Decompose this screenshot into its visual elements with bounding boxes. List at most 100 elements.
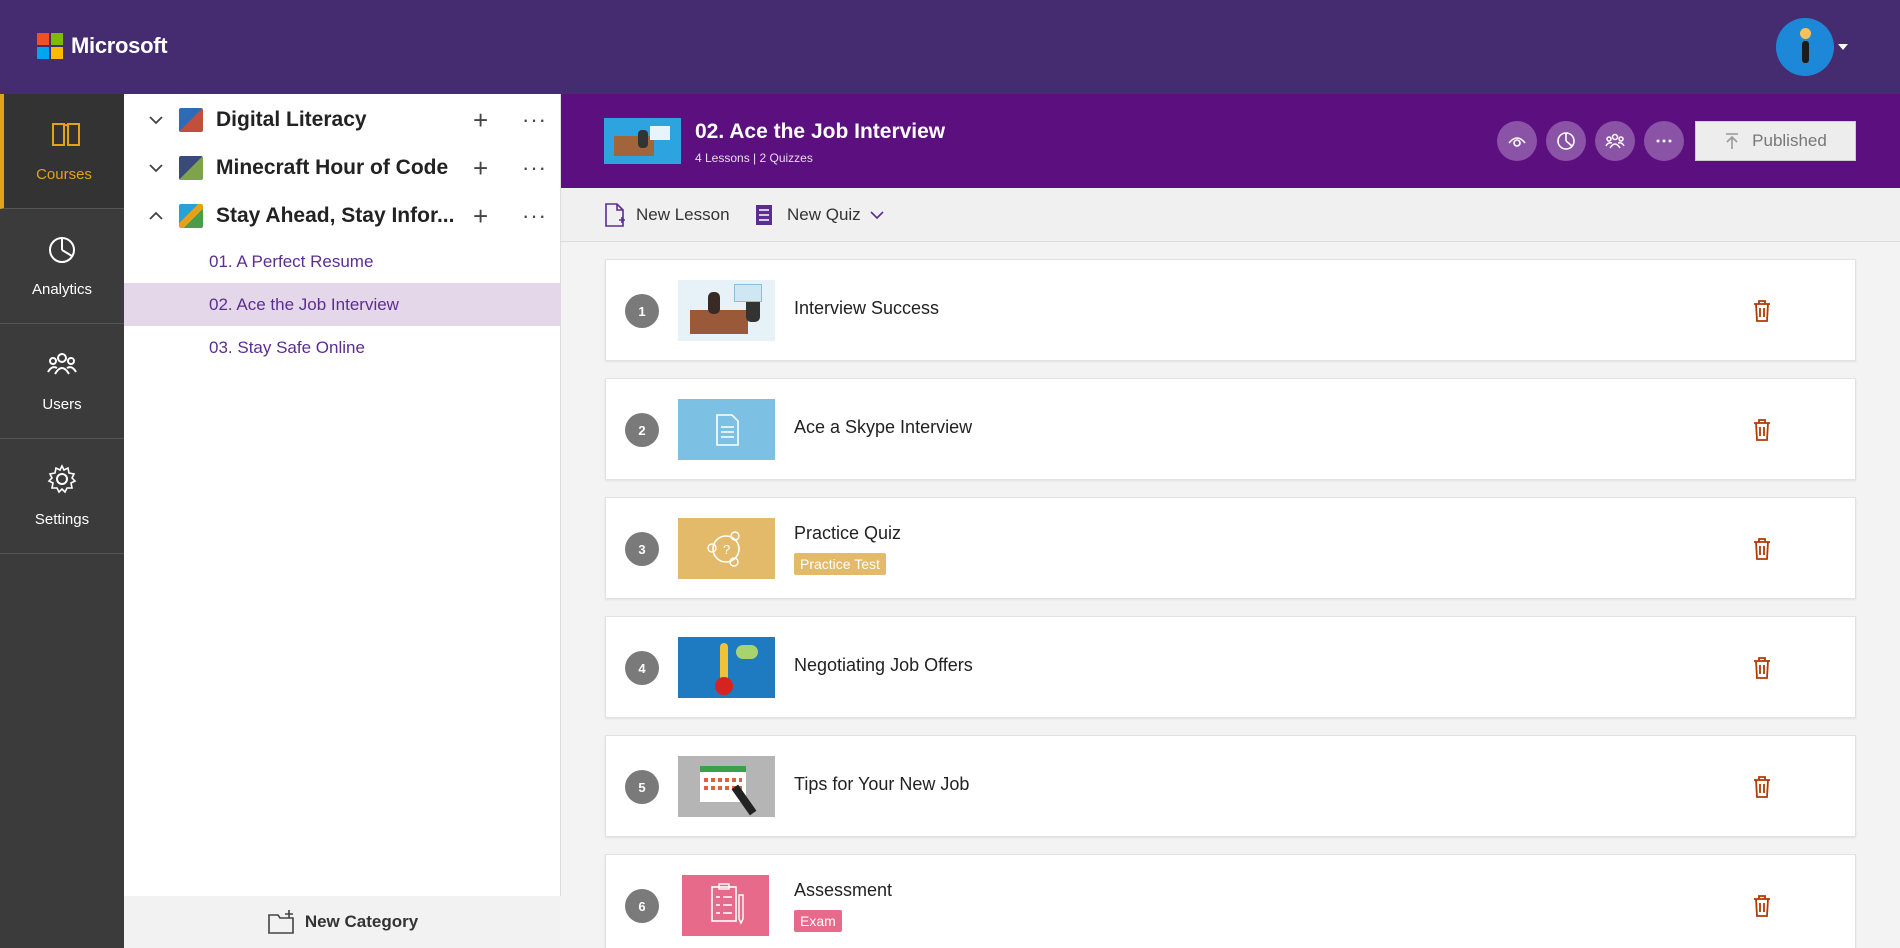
pie-chart-icon (49, 237, 75, 263)
lesson-title: Tips for Your New Job (794, 774, 970, 794)
trash-icon[interactable] (1753, 419, 1771, 441)
category-thumbnail (179, 204, 203, 228)
more-options-icon[interactable]: ··· (522, 205, 547, 227)
category-digital-literacy[interactable]: Digital Literacy + ··· (124, 96, 561, 144)
lesson-card[interactable]: 5 Tips for Your New Job (605, 735, 1856, 837)
upload-icon (1726, 133, 1739, 149)
lesson-thumbnail (678, 637, 775, 698)
new-lesson-button[interactable]: New Lesson (604, 188, 730, 242)
course-item-selected[interactable]: 02. Ace the Job Interview (124, 283, 561, 326)
item-number: 4 (625, 651, 659, 685)
nav-item-courses[interactable]: Courses (0, 94, 124, 209)
nav-item-users[interactable]: Users (0, 324, 124, 439)
nav-item-settings[interactable]: Settings (0, 439, 124, 554)
publish-label: Published (1752, 131, 1827, 150)
new-document-icon (605, 203, 625, 227)
quiz-title: Assessment (794, 880, 893, 900)
lesson-card[interactable]: 1 Interview Success (605, 259, 1856, 361)
item-number: 1 (625, 294, 659, 328)
nav-label-settings: Settings (34, 511, 90, 528)
nav-label-analytics: Analytics (31, 281, 93, 298)
preview-button[interactable] (1497, 121, 1537, 161)
lesson-title: Ace a Skype Interview (794, 417, 973, 437)
add-icon[interactable]: + (473, 155, 488, 181)
lesson-title: Interview Success (794, 298, 940, 318)
left-nav-rail: Courses Analytics Users Settings (0, 94, 124, 948)
course-header: 02. Ace the Job Interview 4 Lessons | 2 … (561, 94, 1900, 188)
add-icon[interactable]: + (473, 203, 488, 229)
lesson-list: 1 Interview Success 2 Ace a Skype Interv… (561, 242, 1900, 948)
new-folder-icon (268, 910, 294, 934)
new-quiz-dropdown[interactable]: New Quiz (754, 188, 884, 242)
document-icon (716, 414, 739, 446)
publish-button[interactable]: Published (1695, 121, 1856, 161)
users-button[interactable] (1595, 121, 1635, 161)
nav-label-courses: Courses (36, 166, 92, 183)
users-icon (1605, 133, 1625, 149)
chevron-down-icon (870, 211, 884, 220)
course-item[interactable]: 03. Stay Safe Online (124, 326, 561, 369)
chevron-down-icon[interactable] (148, 160, 164, 176)
pie-chart-icon (1557, 132, 1575, 150)
course-tree-panel: Digital Literacy + ··· Minecraft Hour of… (124, 94, 561, 948)
quiz-title: Practice Quiz (794, 523, 902, 543)
category-title[interactable]: Stay Ahead, Stay Infor... (216, 204, 454, 228)
lesson-card[interactable]: 2 Ace a Skype Interview (605, 378, 1856, 480)
lesson-card[interactable]: 4 Negotiating Job Offers (605, 616, 1856, 718)
account-menu[interactable] (1776, 18, 1848, 76)
more-options-icon[interactable]: ··· (522, 157, 547, 179)
practice-test-badge: Practice Test (794, 553, 886, 575)
more-options-button[interactable] (1644, 121, 1684, 161)
trash-icon[interactable] (1753, 538, 1771, 560)
quiz-thumbnail: ? (678, 518, 775, 579)
category-title[interactable]: Digital Literacy (216, 108, 367, 132)
lesson-title: Negotiating Job Offers (794, 655, 973, 675)
new-quiz-label: New Quiz (787, 205, 861, 224)
trash-icon[interactable] (1753, 895, 1771, 917)
chevron-down-icon[interactable] (148, 112, 164, 128)
lesson-thumbnail (678, 280, 775, 341)
course-item-title: 02. Ace the Job Interview (209, 294, 399, 314)
category-stay-ahead[interactable]: Stay Ahead, Stay Infor... + ··· (124, 192, 561, 240)
avatar[interactable] (1776, 18, 1834, 76)
lesson-thumbnail (678, 756, 775, 817)
nav-item-analytics[interactable]: Analytics (0, 209, 124, 324)
new-category-button[interactable]: New Category (124, 896, 561, 948)
chevron-down-icon (1838, 44, 1848, 50)
chevron-up-icon[interactable] (148, 208, 164, 224)
eye-icon (1508, 137, 1526, 147)
top-header: Microsoft (0, 0, 1900, 94)
book-icon (52, 123, 80, 146)
quiz-thumbnail (682, 875, 769, 936)
quiz-card[interactable]: 3 ? Practice Quiz Practice Test (605, 497, 1856, 599)
analytics-button[interactable] (1546, 121, 1586, 161)
more-options-icon[interactable]: ··· (522, 109, 547, 131)
course-item[interactable]: 01. A Perfect Resume (124, 240, 561, 283)
item-number: 2 (625, 413, 659, 447)
category-title[interactable]: Minecraft Hour of Code (216, 156, 448, 180)
new-category-label: New Category (304, 912, 419, 931)
category-thumbnail (179, 108, 203, 132)
course-summary: 4 Lessons | 2 Quizzes (695, 151, 813, 165)
svg-text:?: ? (723, 542, 730, 557)
quiz-card[interactable]: 6 Assessment Exam (605, 854, 1856, 948)
course-title: 02. Ace the Job Interview (695, 120, 946, 143)
item-number: 3 (625, 532, 659, 566)
trash-icon[interactable] (1753, 657, 1771, 679)
nav-label-users: Users (42, 396, 82, 413)
exam-badge: Exam (794, 910, 842, 932)
category-thumbnail (179, 156, 203, 180)
new-lesson-label: New Lesson (636, 205, 730, 224)
gear-icon (47, 464, 77, 494)
add-icon[interactable]: + (473, 107, 488, 133)
quiz-icon (756, 205, 772, 225)
category-minecraft[interactable]: Minecraft Hour of Code + ··· (124, 144, 561, 192)
trash-icon[interactable] (1753, 776, 1771, 798)
item-number: 5 (625, 770, 659, 804)
microsoft-logo[interactable]: Microsoft (37, 33, 168, 59)
item-number: 6 (625, 889, 659, 923)
lesson-thumbnail (678, 399, 775, 460)
users-icon (47, 353, 77, 375)
clipboard-icon (711, 883, 744, 925)
trash-icon[interactable] (1753, 300, 1771, 322)
